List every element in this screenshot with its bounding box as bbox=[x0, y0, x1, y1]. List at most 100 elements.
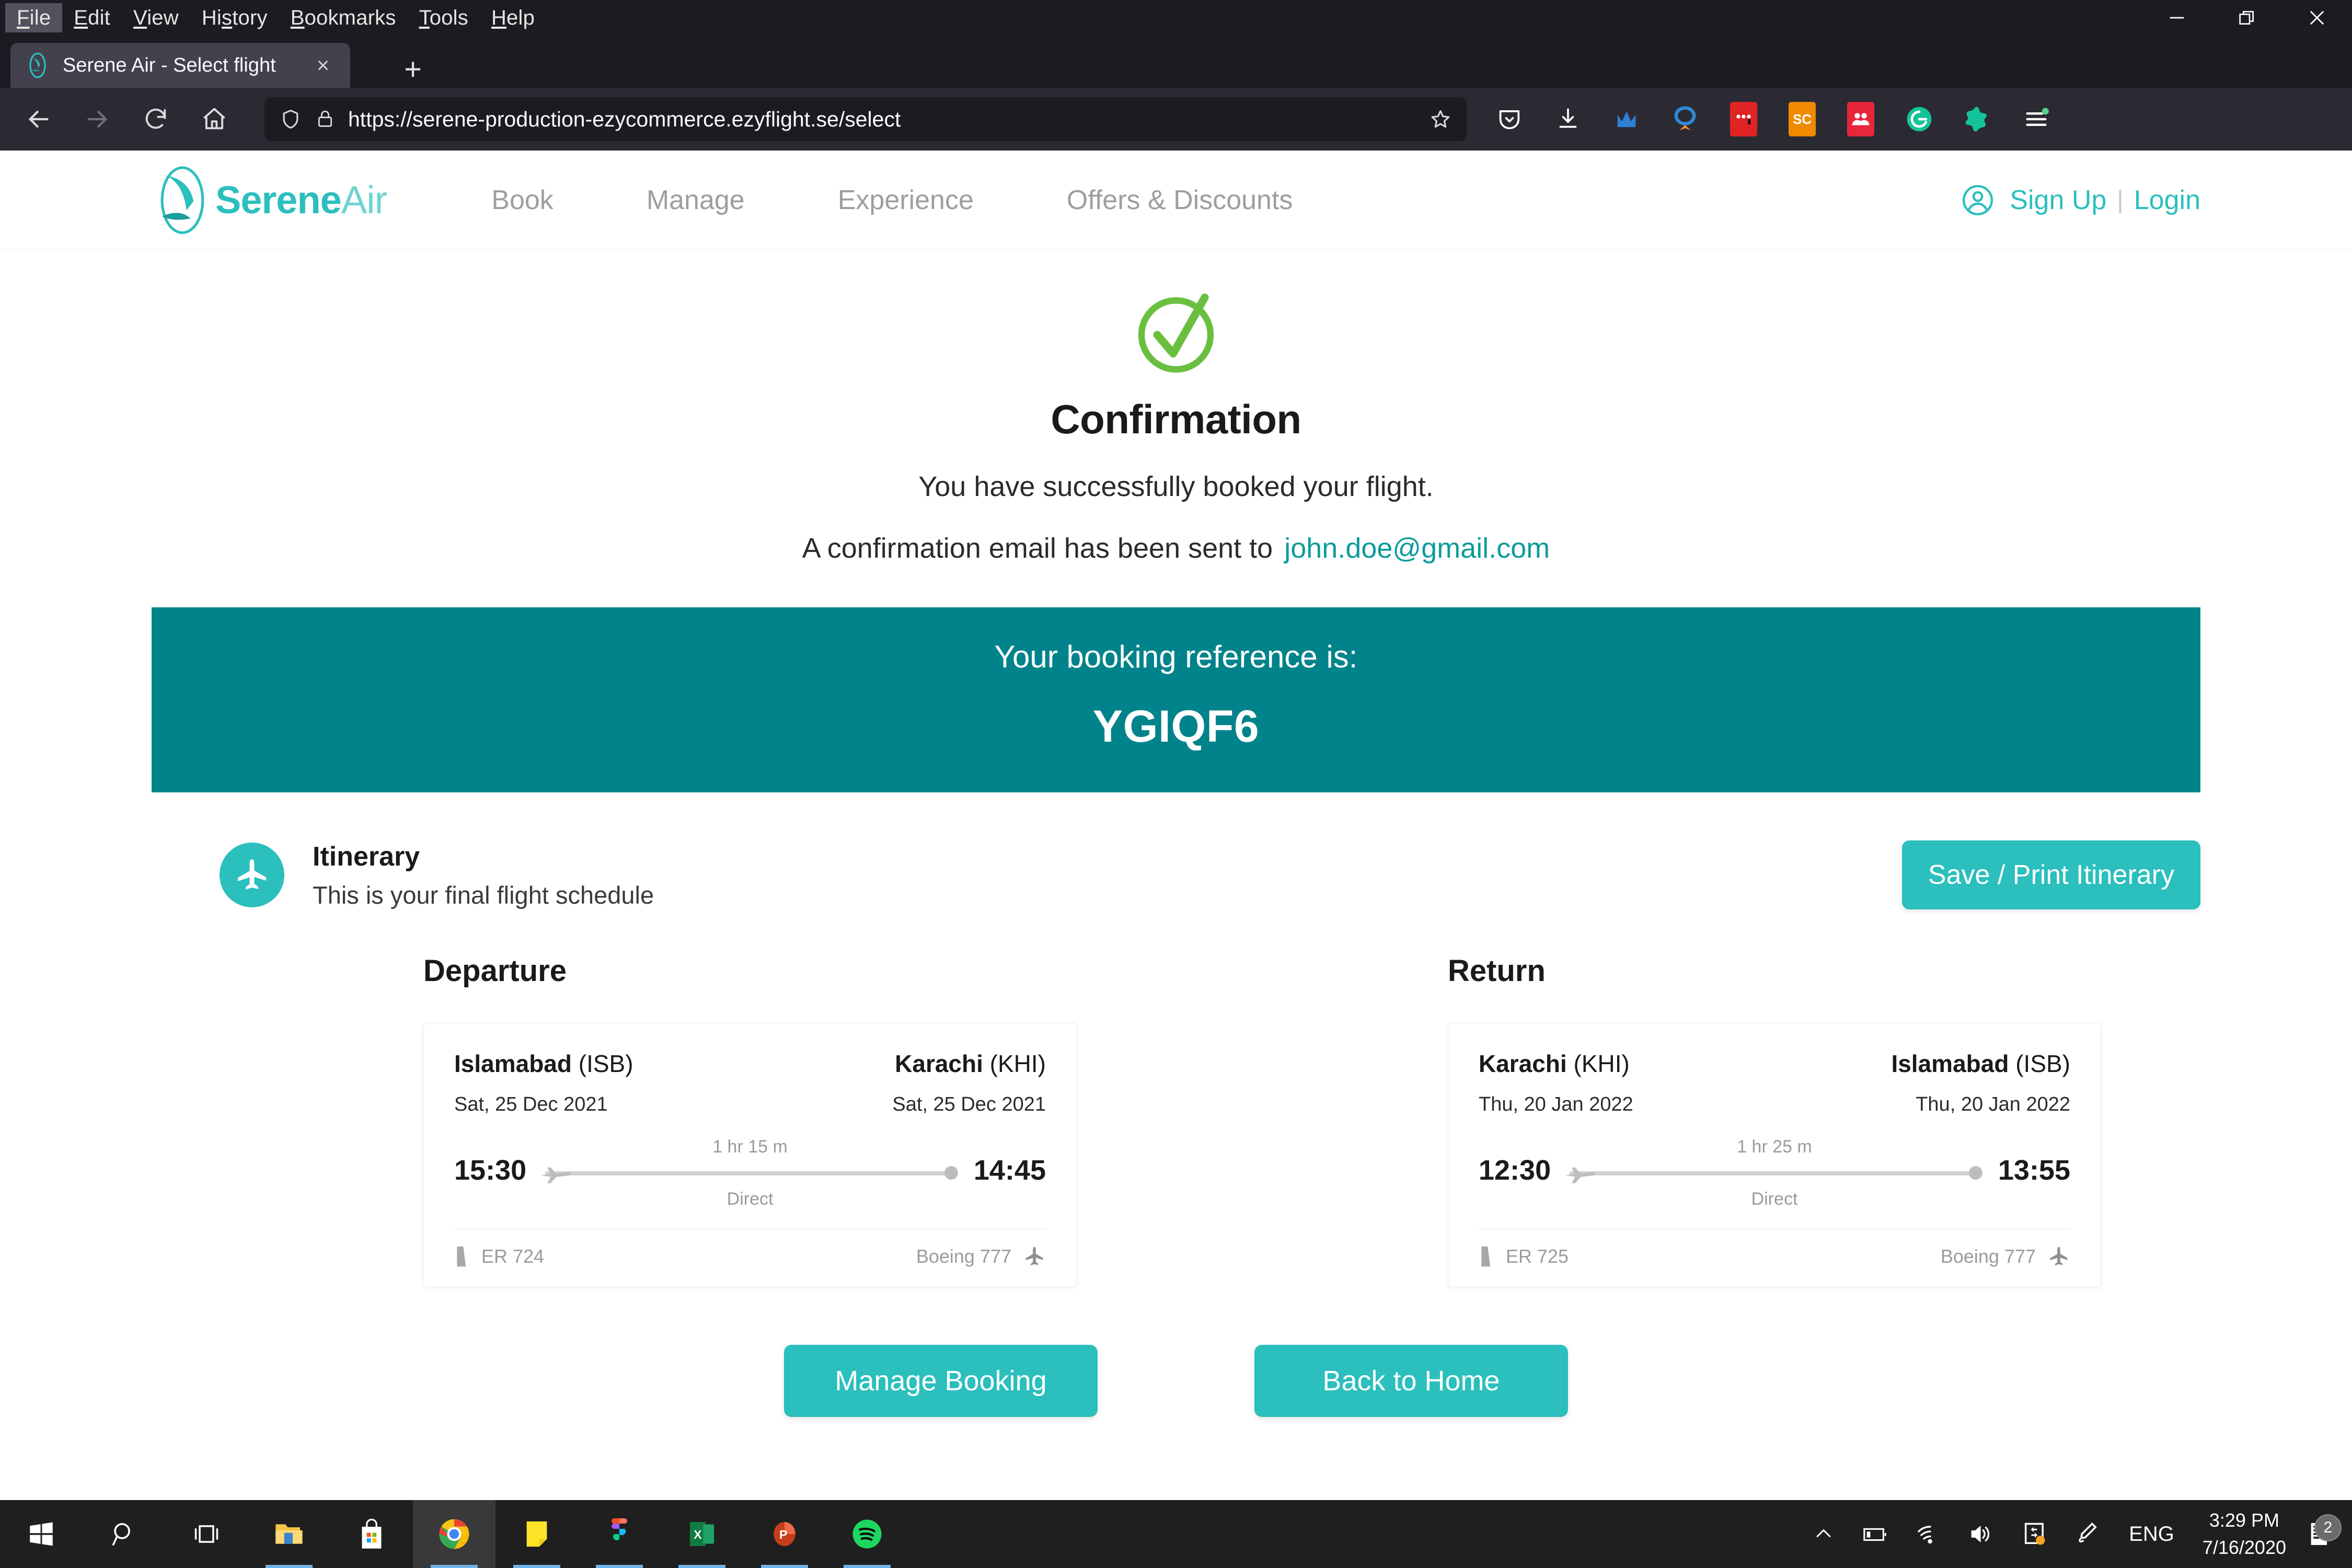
running-indicator bbox=[596, 1565, 643, 1568]
red-alert-extension-icon[interactable] bbox=[1714, 90, 1773, 148]
downloads-icon[interactable] bbox=[1539, 90, 1597, 148]
restore-icon[interactable] bbox=[2212, 0, 2282, 36]
return-arrival-dot bbox=[1968, 1166, 1982, 1180]
return-times: 12:30 1 hr 25 m Direct 13:55 bbox=[1479, 1137, 2070, 1209]
departure-aircraft: Boeing 777 bbox=[916, 1246, 1011, 1267]
return-stops: Direct bbox=[1751, 1189, 1798, 1209]
chevron-up-icon[interactable] bbox=[1798, 1523, 1849, 1546]
site-header: SereneAir Book Manage Experience Offers … bbox=[0, 151, 2352, 250]
save-print-itinerary-button[interactable]: Save / Print Itinerary bbox=[1901, 840, 2200, 909]
home-icon[interactable] bbox=[185, 90, 244, 148]
task-view-icon[interactable] bbox=[165, 1500, 248, 1568]
battery-icon[interactable] bbox=[1849, 1523, 1902, 1546]
pocket-icon[interactable] bbox=[1480, 90, 1539, 148]
return-origin-city: Karachi (KHI) bbox=[1479, 1050, 1630, 1077]
clock-time: 3:29 PM bbox=[2209, 1509, 2279, 1531]
flight-cards: Departure Islamabad (ISB) Sat, 25 Dec 20… bbox=[0, 953, 2352, 1287]
sticky-notes-icon[interactable] bbox=[495, 1500, 578, 1568]
spotify-icon[interactable] bbox=[826, 1500, 908, 1568]
menu-view[interactable]: View bbox=[122, 3, 190, 32]
red-m-extension-icon[interactable] bbox=[1831, 90, 1890, 148]
url-text[interactable]: https://serene-production-ezycommerce.ez… bbox=[348, 107, 1419, 132]
extensions-tray: SC bbox=[1480, 90, 2071, 148]
confirmation-email-address[interactable]: john.doe@gmail.com bbox=[1284, 533, 1550, 564]
nav-item-book[interactable]: Book bbox=[491, 185, 554, 216]
serene-air-logo[interactable]: SereneAir bbox=[152, 164, 387, 237]
aircraft-plane-icon bbox=[1025, 1247, 1043, 1266]
sc-extension-icon[interactable]: SC bbox=[1773, 90, 1831, 148]
volume-icon[interactable] bbox=[1954, 1523, 2008, 1546]
close-icon[interactable] bbox=[2282, 0, 2352, 36]
address-bar[interactable]: https://serene-production-ezycommerce.ez… bbox=[264, 97, 1467, 141]
origin-icon[interactable] bbox=[1656, 90, 1714, 148]
chrome-icon[interactable] bbox=[413, 1500, 495, 1568]
tracking-shield-icon[interactable] bbox=[279, 108, 302, 131]
malwarebytes-icon[interactable] bbox=[1597, 90, 1656, 148]
confirmation-check bbox=[0, 250, 2352, 382]
menu-history[interactable]: History bbox=[190, 3, 279, 32]
back-arrow-icon[interactable] bbox=[9, 90, 68, 148]
departure-origin: Islamabad (ISB) Sat, 25 Dec 2021 bbox=[454, 1050, 633, 1116]
tab-close-icon[interactable]: × bbox=[309, 54, 337, 76]
language-indicator[interactable]: ENG bbox=[2113, 1523, 2190, 1546]
grammarly-icon[interactable] bbox=[1890, 90, 1949, 148]
booking-reference-label: Your booking reference is: bbox=[994, 639, 1358, 674]
nav-item-experience[interactable]: Experience bbox=[838, 185, 974, 216]
nav-item-offers-discounts[interactable]: Offers & Discounts bbox=[1067, 185, 1293, 216]
nav-item-manage[interactable]: Manage bbox=[647, 185, 745, 216]
signup-link[interactable]: Sign Up bbox=[2010, 185, 2106, 216]
search-icon[interactable] bbox=[83, 1500, 165, 1568]
departure-duration: 1 hr 15 m bbox=[712, 1137, 788, 1157]
return-origin: Karachi (KHI) Thu, 20 Jan 2022 bbox=[1479, 1050, 1633, 1116]
account-circle-icon[interactable] bbox=[1959, 182, 1996, 218]
pen-icon[interactable] bbox=[2062, 1521, 2113, 1547]
app-menu-icon[interactable] bbox=[2007, 90, 2066, 148]
notifications-icon[interactable]: 2 bbox=[2299, 1514, 2345, 1549]
departure-destination-date: Sat, 25 Dec 2021 bbox=[892, 1093, 1046, 1115]
return-aircraft: Boeing 777 bbox=[1940, 1246, 2036, 1267]
return-flight-card[interactable]: Karachi (KHI) Thu, 20 Jan 2022 Islamabad… bbox=[1448, 1023, 2101, 1287]
onedrive-sync-icon[interactable] bbox=[2008, 1521, 2062, 1547]
booking-reference-code: YGIQF6 bbox=[1092, 701, 1260, 752]
window-controls bbox=[2142, 0, 2352, 36]
excel-icon[interactable]: X bbox=[661, 1500, 743, 1568]
running-indicator bbox=[844, 1565, 891, 1568]
menu-edit[interactable]: Edit bbox=[62, 3, 122, 32]
aircraft-plane-icon bbox=[2050, 1247, 2068, 1266]
login-link[interactable]: Login bbox=[2134, 185, 2200, 216]
clock[interactable]: 3:29 PM 7/16/2020 bbox=[2190, 1507, 2299, 1561]
departure-card-footer: ER 724 Boeing 777 bbox=[454, 1229, 1046, 1287]
departure-arrive-time: 14:45 bbox=[973, 1155, 1046, 1186]
reload-icon[interactable] bbox=[126, 90, 185, 148]
back-to-home-button[interactable]: Back to Home bbox=[1254, 1345, 1568, 1417]
bookmark-star-icon[interactable] bbox=[1429, 108, 1452, 131]
site-nav: Book Manage Experience Offers & Discount… bbox=[491, 185, 1386, 216]
minimize-icon[interactable] bbox=[2142, 0, 2212, 36]
browser-tabstrip: Serene Air - Select flight × + bbox=[0, 36, 2352, 88]
microsoft-store-icon[interactable] bbox=[330, 1500, 413, 1568]
forward-arrow-icon[interactable] bbox=[68, 90, 126, 148]
departure-route-line: 1 hr 15 m Direct bbox=[541, 1137, 958, 1209]
wifi-icon[interactable] bbox=[1902, 1523, 1954, 1546]
lock-icon[interactable] bbox=[315, 109, 336, 130]
menu-file[interactable]: File bbox=[5, 3, 63, 32]
itinerary-title: Itinerary bbox=[313, 841, 420, 872]
departure-flight-card[interactable]: Islamabad (ISB) Sat, 25 Dec 2021 Karachi… bbox=[423, 1023, 1077, 1287]
return-route-line: 1 hr 25 m Direct bbox=[1565, 1137, 1982, 1209]
figma-icon[interactable] bbox=[578, 1500, 661, 1568]
departure-origin-code: (ISB) bbox=[578, 1050, 633, 1077]
return-heading: Return bbox=[1448, 954, 1546, 988]
menu-tools[interactable]: Tools bbox=[408, 3, 480, 32]
file-explorer-icon[interactable] bbox=[248, 1500, 330, 1568]
menu-help[interactable]: Help bbox=[480, 3, 546, 32]
green-figure-extension-icon[interactable] bbox=[1949, 90, 2007, 148]
manage-booking-button[interactable]: Manage Booking bbox=[784, 1345, 1098, 1417]
page-content: Confirmation You have successfully booke… bbox=[0, 250, 2352, 1417]
menu-bookmarks[interactable]: Bookmarks bbox=[279, 3, 408, 32]
browser-tab[interactable]: Serene Air - Select flight × bbox=[10, 43, 350, 88]
new-tab-button[interactable]: + bbox=[397, 54, 429, 87]
departure-heading: Departure bbox=[423, 954, 567, 988]
start-button[interactable] bbox=[0, 1500, 83, 1568]
powerpoint-icon[interactable]: P bbox=[743, 1500, 826, 1568]
booking-reference-banner: Your booking reference is: YGIQF6 bbox=[152, 607, 2200, 792]
